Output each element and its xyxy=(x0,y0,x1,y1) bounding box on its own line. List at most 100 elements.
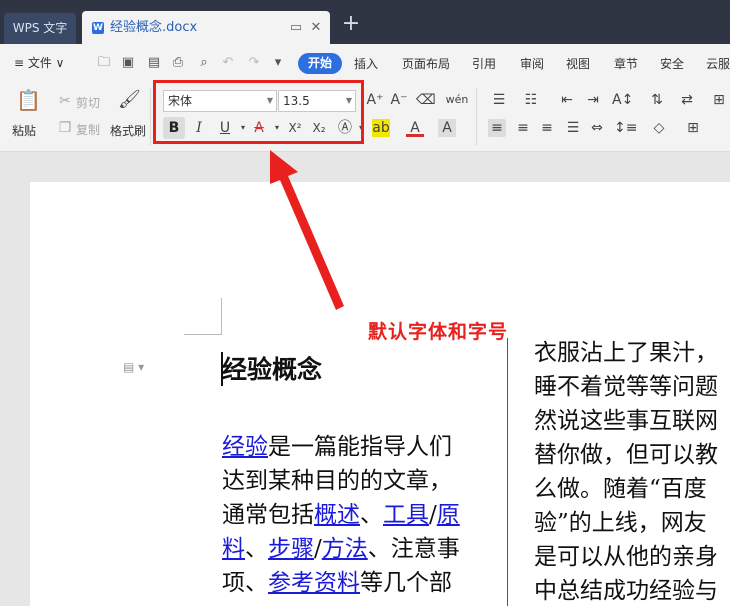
text-run: 、注意事 xyxy=(367,536,460,562)
copy-icon[interactable]: ❐ xyxy=(56,119,74,137)
print-preview-icon[interactable]: ⌕ xyxy=(196,55,212,71)
text-run: / xyxy=(314,536,322,562)
line-spacing-icon[interactable]: ↕≡ xyxy=(614,119,637,137)
hyperlink[interactable]: 参考资料 xyxy=(268,570,360,596)
paste-icon[interactable]: 📋 xyxy=(16,90,41,115)
text-run: / xyxy=(429,502,437,528)
text-run: 通常包括 xyxy=(222,502,314,528)
align-center-icon[interactable]: ≡ xyxy=(514,119,532,137)
window-restore-icon[interactable]: ▭ xyxy=(288,20,304,36)
cut-icon[interactable]: ✂ xyxy=(56,92,74,110)
text-line: 达到某种目的的文章， xyxy=(222,464,492,498)
tab-chapter[interactable]: 章节 xyxy=(614,55,638,72)
annotation-label: 默认字体和字号 xyxy=(368,321,509,343)
copy-button[interactable]: 复制 xyxy=(76,121,100,138)
font-group-highlight xyxy=(153,80,364,144)
paragraph-layout-icon[interactable]: ▤ ▾ xyxy=(123,360,144,374)
align-right-icon[interactable]: ≡ xyxy=(538,119,556,137)
text-run: 是一篇能指导人们 xyxy=(268,434,452,460)
tab-home[interactable]: 开始 xyxy=(298,53,342,74)
tab-insert[interactable]: 插入 xyxy=(354,55,378,72)
tab-page-layout[interactable]: 页面布局 xyxy=(402,55,450,72)
increase-font-size-icon[interactable]: A⁺ xyxy=(366,91,384,109)
text-line: 是可以从他的亲身 xyxy=(534,544,718,570)
clear-formatting-icon[interactable]: ⌫ xyxy=(416,91,436,109)
text-run: 达到某种目的的文章， xyxy=(222,468,452,494)
table-grid-icon[interactable]: ⊞ xyxy=(710,91,728,109)
text-line: 中总结成功经验与 xyxy=(534,578,718,604)
redo-icon[interactable]: ↷ xyxy=(246,55,262,71)
borders-icon[interactable]: ⊞ xyxy=(684,119,702,137)
sort-icon[interactable]: ⇅ xyxy=(648,91,666,109)
document-tab[interactable]: W 经验概念.docx ▭ ✕ xyxy=(82,11,330,44)
highlight-color-icon[interactable]: ab xyxy=(372,119,390,137)
hyperlink[interactable]: 料 xyxy=(222,536,245,562)
quick-access-dropdown-icon[interactable]: ▾ xyxy=(270,55,286,71)
tab-view[interactable]: 视图 xyxy=(566,55,590,72)
hyperlink[interactable]: 概述 xyxy=(314,502,360,528)
tab-review[interactable]: 审阅 xyxy=(520,55,544,72)
text-line: 衣服沾上了果汁， xyxy=(534,340,718,366)
text-line: 然说这些事互联网 xyxy=(534,408,718,434)
show-marks-icon[interactable]: ⇄ xyxy=(678,91,696,109)
increase-indent-icon[interactable]: ⇥ xyxy=(584,91,602,109)
save-icon[interactable]: ▣ xyxy=(120,55,136,71)
phonetic-guide-icon[interactable]: wén xyxy=(444,91,470,109)
column-divider xyxy=(507,338,508,606)
export-pdf-icon[interactable]: ▤ xyxy=(146,55,162,71)
file-menu-button[interactable]: ≡ 文件 ∨ xyxy=(14,54,64,71)
tab-references[interactable]: 引用 xyxy=(472,55,496,72)
numbered-list-icon[interactable]: ☷ xyxy=(522,91,540,109)
close-tab-icon[interactable]: ✕ xyxy=(308,20,324,36)
text-run: 、 xyxy=(245,536,268,562)
annotation-arrow xyxy=(270,150,344,310)
document-heading[interactable]: 经验概念 xyxy=(222,350,322,386)
page-margin-corner xyxy=(184,334,221,335)
text-line: 料、步骤/方法、注意事 xyxy=(222,532,492,566)
character-shading-icon[interactable]: A xyxy=(438,119,456,137)
page-margin-corner xyxy=(221,298,222,335)
justify-icon[interactable]: ☰ xyxy=(564,119,582,137)
left-column-text[interactable]: 经验是一篇能指导人们 达到某种目的的文章， 通常包括概述、工具/原 料、步骤/方法、注… xyxy=(222,430,492,600)
ribbon-separator xyxy=(150,88,151,146)
text-run: 等几个部 xyxy=(360,570,452,596)
tab-security[interactable]: 安全 xyxy=(660,55,684,72)
cut-button[interactable]: 剪切 xyxy=(76,94,100,111)
paste-button[interactable]: 粘贴 xyxy=(12,122,36,139)
print-icon[interactable]: ⎙ xyxy=(170,55,186,71)
text-run: 、 xyxy=(360,502,383,528)
ribbon-toolbar: 📋 粘贴 ✂ 剪切 ❐ 复制 🖌 格式刷 宋体 ▼ 13.5 ▼ B I U ▾… xyxy=(0,82,730,152)
hyperlink[interactable]: 方法 xyxy=(322,536,368,562)
tab-cloud[interactable]: 云服 xyxy=(706,55,730,72)
word-doc-icon: W xyxy=(92,22,104,34)
text-line: 替你做，但可以教 xyxy=(534,442,718,468)
bullet-list-icon[interactable]: ☰ xyxy=(490,91,508,109)
text-line: 经验是一篇能指导人们 xyxy=(222,430,492,464)
format-painter-icon[interactable]: 🖌 xyxy=(118,91,141,109)
text-line: 项、参考资料等几个部 xyxy=(222,566,492,600)
distributed-align-icon[interactable]: ⇔ xyxy=(588,119,606,137)
document-tab-title: 经验概念.docx xyxy=(110,20,198,35)
text-run: 项、 xyxy=(222,570,268,596)
text-line: 么做。随着“百度 xyxy=(534,476,707,502)
undo-icon[interactable]: ↶ xyxy=(220,55,236,71)
text-line: 验”的上线，网友 xyxy=(534,510,707,536)
open-folder-icon[interactable]: 🗀 xyxy=(96,55,112,71)
paragraph-shading-icon[interactable]: ◇ xyxy=(650,119,668,137)
right-column-text[interactable]: 衣服沾上了果汁， 睡不着觉等等问题 然说这些事互联网 替你做，但可以教 么做。随着“百度… xyxy=(534,336,730,606)
hyperlink[interactable]: 经验 xyxy=(222,434,268,460)
text-direction-icon[interactable]: A↕ xyxy=(612,91,633,109)
format-painter-button[interactable]: 格式刷 xyxy=(110,122,146,139)
menu-bar: ≡ 文件 ∨ 🗀 ▣ ▤ ⎙ ⌕ ↶ ↷ ▾ 开始 插入 页面布局 引用 审阅 … xyxy=(0,44,730,82)
hyperlink[interactable]: 步骤 xyxy=(268,536,314,562)
decrease-font-size-icon[interactable]: A⁻ xyxy=(390,91,408,109)
hyperlink[interactable]: 工具 xyxy=(383,502,429,528)
new-tab-button[interactable]: + xyxy=(340,13,362,36)
ribbon-separator xyxy=(476,88,477,146)
text-line: 睡不着觉等等问题 xyxy=(534,374,718,400)
app-tab-wps[interactable]: WPS 文字 xyxy=(4,13,76,44)
decrease-indent-icon[interactable]: ⇤ xyxy=(558,91,576,109)
align-left-icon[interactable]: ≡ xyxy=(488,119,506,137)
hyperlink[interactable]: 原 xyxy=(437,502,460,528)
font-color-icon[interactable]: A xyxy=(406,119,424,137)
